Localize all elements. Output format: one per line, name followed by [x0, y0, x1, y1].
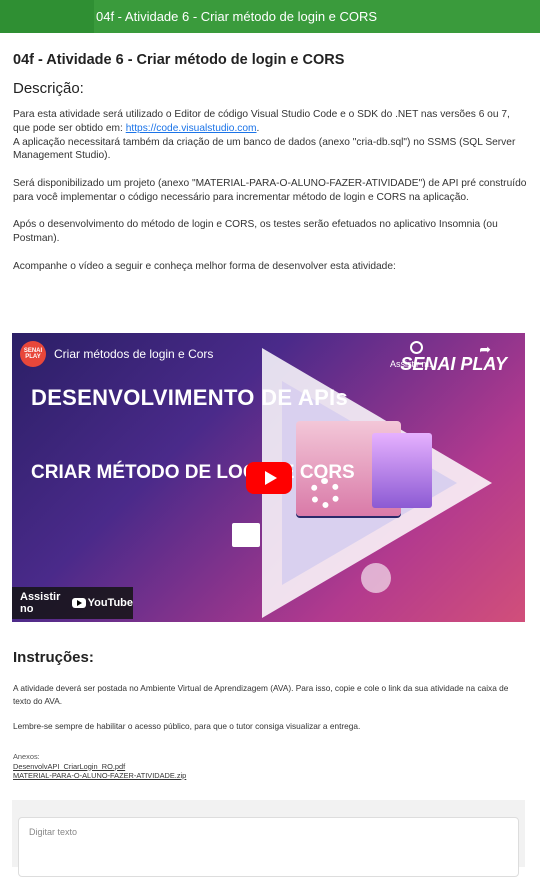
video-title-row[interactable]: SENAI PLAY Criar métodos de login e Cors	[20, 341, 213, 367]
youtube-video-embed[interactable]: SENAI PLAY Criar métodos de login e Cors…	[12, 333, 525, 622]
video-headline-2: CRIAR MÉTODO DE LOGIN E CORS	[31, 462, 355, 483]
channel-avatar[interactable]: SENAI PLAY	[20, 341, 46, 367]
description-paragraph-4: Após o desenvolvimento do método de logi…	[13, 219, 498, 245]
top-bar: 04f - Atividade 6 - Criar método de logi…	[0, 0, 540, 33]
description-paragraph-1: Para esta atividade será utilizado o Edi…	[13, 108, 527, 136]
youtube-play-button[interactable]	[246, 462, 292, 494]
attachment-link-pdf[interactable]: DesenvolvAPI_CriarLogin_RO.pdf	[13, 762, 125, 771]
youtube-logo-icon: YouTube	[71, 597, 133, 609]
video-title[interactable]: Criar métodos de login e Cors	[54, 347, 213, 361]
page-title: 04f - Atividade 6 - Criar método de logi…	[13, 52, 345, 68]
description-period: .	[256, 122, 260, 134]
description-heading: Descrição:	[13, 80, 84, 97]
code-window-illustration	[372, 433, 432, 508]
instructions-heading: Instruções:	[13, 649, 94, 666]
attachments-label: Anexos:	[13, 752, 40, 761]
clapperboard-icon	[232, 523, 260, 547]
submission-area: Digitar texto	[12, 800, 525, 877]
description-text: Para esta atividade será utilizado o Edi…	[13, 109, 510, 134]
vscode-link[interactable]: https://code.visualstudio.com	[126, 123, 257, 134]
text-editor[interactable]: Digitar texto	[18, 817, 519, 877]
senai-play-logo: SENAI PLAY	[400, 354, 507, 374]
top-bar-title: 04f - Atividade 6 - Criar método de logi…	[96, 9, 378, 24]
top-bar-tab[interactable]	[0, 0, 94, 33]
video-headline-1: DESENVOLVIMENTO DE APIs	[31, 385, 348, 410]
description-paragraph-3: Será disponibilizado um projeto (anexo "…	[13, 177, 527, 203]
small-play-icon	[361, 563, 391, 593]
description-paragraph-2: A aplicação necessitará também da criaçã…	[13, 136, 516, 162]
activity-content: 04f - Atividade 6 - Criar método de logi…	[13, 33, 527, 274]
watch-on-label: Assistir no	[20, 591, 61, 615]
editor-placeholder: Digitar texto	[29, 827, 78, 837]
watch-later-icon[interactable]	[410, 341, 423, 354]
watch-on-youtube-button[interactable]: Assistir no YouTube	[12, 587, 133, 619]
instructions-section: Instruções: A atividade deverá ser posta…	[13, 648, 527, 733]
instructions-paragraph-2: Lembre-se sempre de habilitar o acesso p…	[13, 721, 361, 731]
instructions-paragraph-1: A atividade deverá ser postada no Ambien…	[13, 683, 509, 706]
attachments-list: Anexos: DesenvolvAPI_CriarLogin_RO.pdf M…	[13, 752, 186, 781]
attachment-link-zip[interactable]: MATERIAL-PARA-O-ALUNO-FAZER-ATIVIDADE.zi…	[13, 771, 186, 780]
description-paragraph-5: Acompanhe o vídeo a seguir e conheça mel…	[13, 260, 396, 272]
